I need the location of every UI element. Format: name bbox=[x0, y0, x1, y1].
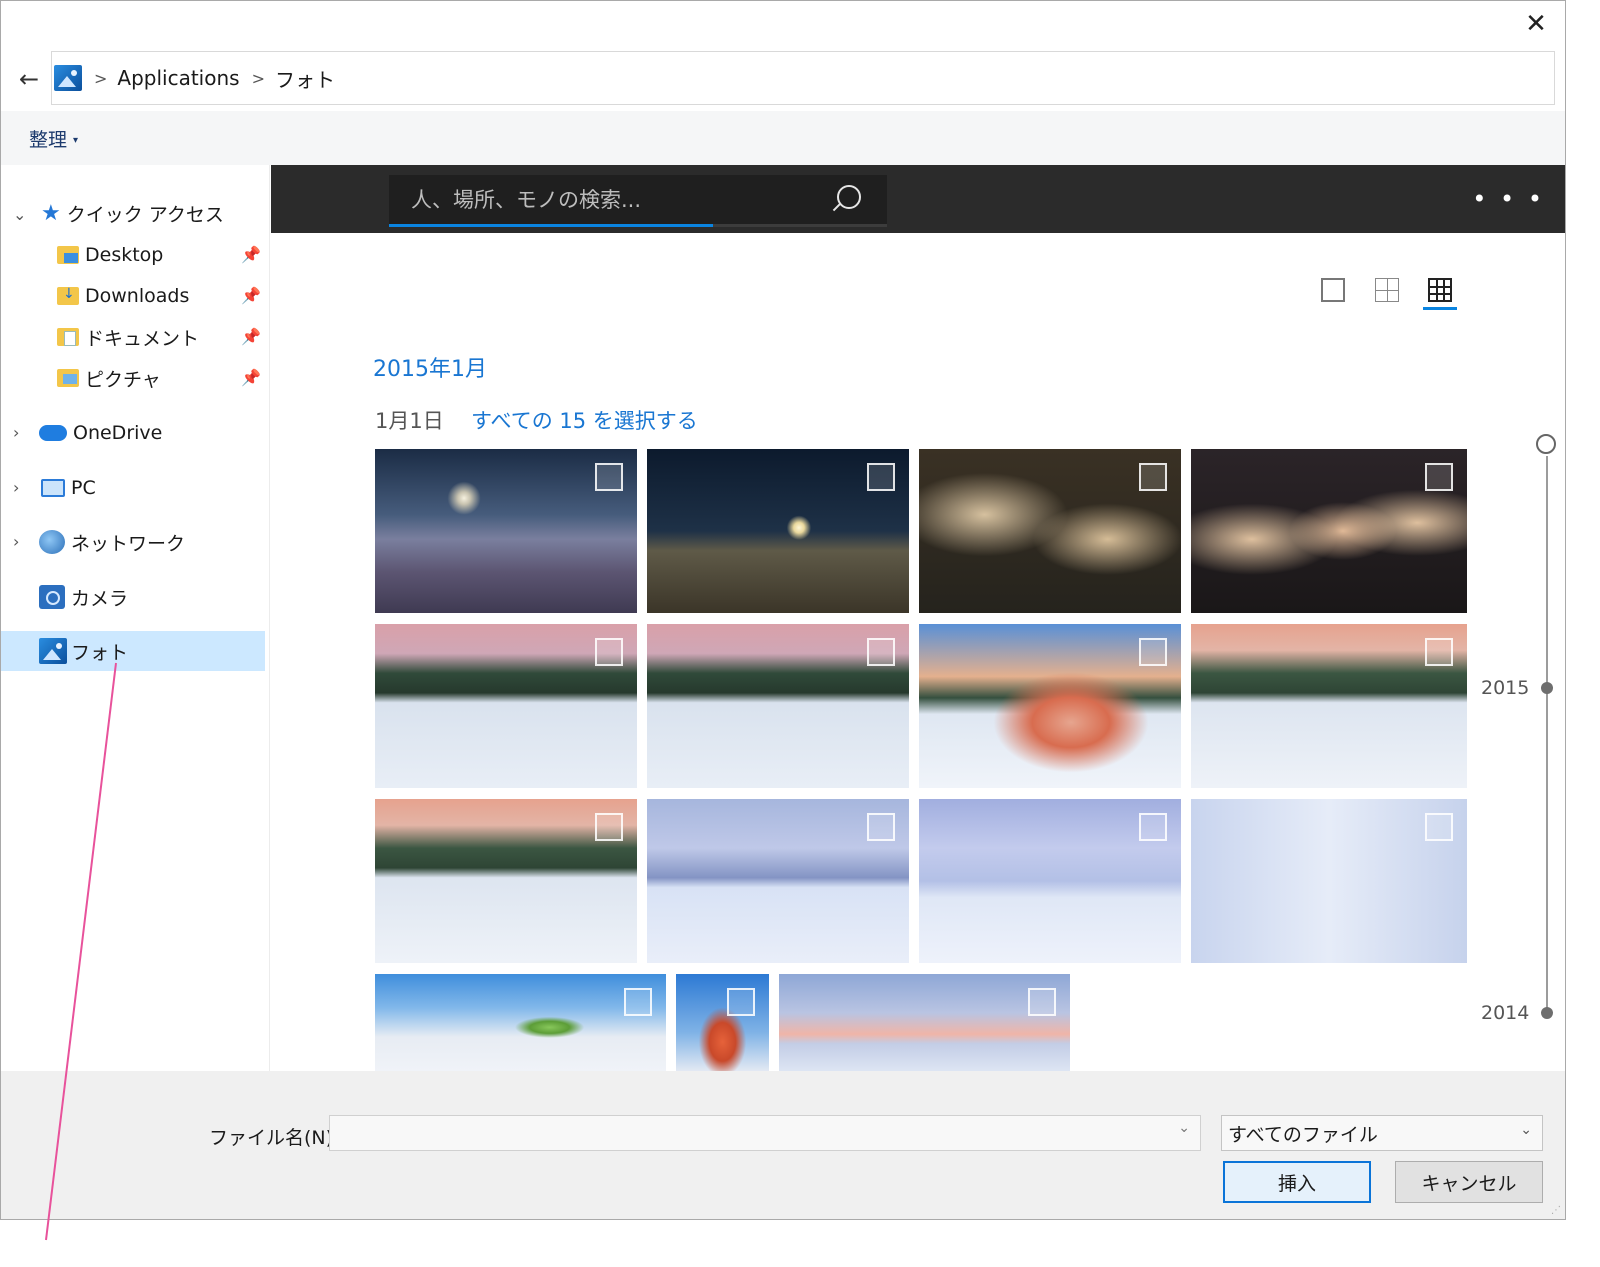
annotation-line bbox=[45, 662, 117, 1241]
annotation-callout-line bbox=[45, 662, 117, 1241]
